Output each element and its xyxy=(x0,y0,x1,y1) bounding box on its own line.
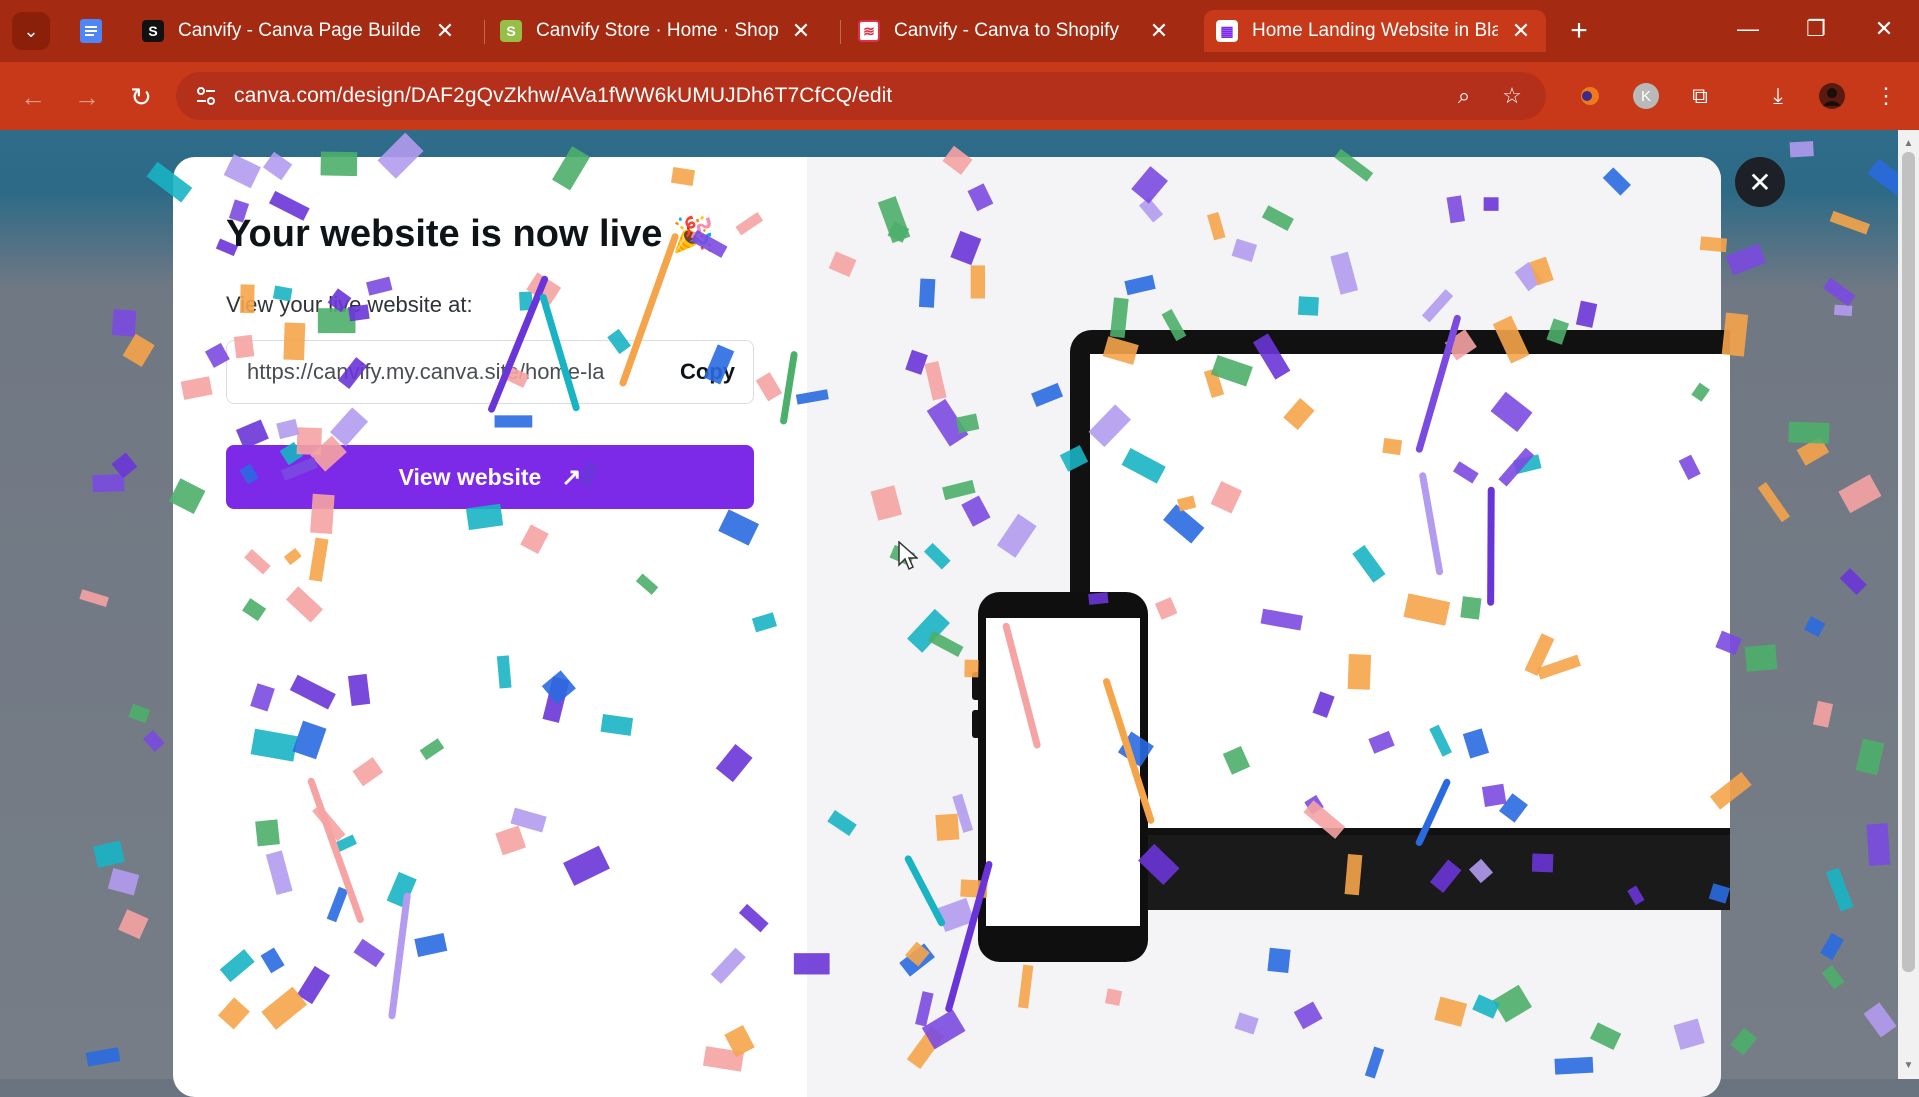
live-url-label: View your live website at: xyxy=(226,292,473,317)
browser-toolbar: ← → ↻ canva.com/design/DAF2gQvZkhw/AVa1f… xyxy=(0,62,1919,130)
laptop-base xyxy=(1070,835,1730,910)
url-text: canva.com/design/DAF2gQvZkhw/AVa1fWW6kUM… xyxy=(234,84,893,107)
mouse-cursor-icon xyxy=(898,541,918,571)
address-bar[interactable]: canva.com/design/DAF2gQvZkhw/AVa1fWW6kUM… xyxy=(176,72,1546,120)
arrow-right-icon: → xyxy=(74,81,100,112)
site-url-field[interactable]: https://canvify.my.canva.site/home-la Co… xyxy=(226,340,754,404)
view-website-button[interactable]: View website ↗ xyxy=(226,445,754,509)
avatar[interactable] xyxy=(1814,78,1850,114)
party-popper-icon: 🎉 xyxy=(672,216,715,254)
close-tab-icon[interactable]: ✕ xyxy=(432,18,458,44)
tab-home-landing-website[interactable]: ▦ Home Landing Website in Black ✕ xyxy=(1204,10,1546,52)
pinned-tab-docs[interactable] xyxy=(74,14,108,48)
copy-button[interactable]: Copy xyxy=(680,359,735,385)
shopify-icon: S xyxy=(500,20,522,42)
close-icon: ✕ xyxy=(1748,166,1772,198)
restore-button[interactable]: ❐ xyxy=(1788,8,1844,50)
zoom-icon[interactable]: ⌕ xyxy=(1444,76,1484,116)
phone-illustration xyxy=(972,592,1148,962)
plus-icon: + xyxy=(1570,14,1588,47)
tab-canvify-page-builder[interactable]: S Canvify - Canva Page Builder - | ✕ xyxy=(130,10,470,52)
laptop-screen xyxy=(1090,354,1730,828)
view-website-label: View website xyxy=(398,463,542,490)
site-url-value: https://canvify.my.canva.site/home-la xyxy=(247,359,605,384)
tab-title: Canvify Store · Home · Shopify xyxy=(536,20,778,41)
calendar-icon: ▦ xyxy=(1216,20,1238,42)
tab-strip: ⌄ S Canvify - Canva Page Builder - | ✕ S… xyxy=(0,0,1919,62)
minimize-icon: — xyxy=(1737,16,1759,41)
close-tab-icon[interactable]: ✕ xyxy=(788,18,814,44)
profile-initial: K xyxy=(1633,83,1659,109)
close-window-button[interactable]: ✕ xyxy=(1856,8,1912,50)
tab-canvify-canva-to-shopify[interactable]: ≋ Canvify - Canva to Shopify ✕ xyxy=(846,10,1184,52)
docs-icon xyxy=(80,19,102,43)
scrollbar[interactable]: ▲ ▼ xyxy=(1898,130,1919,1079)
extensions-puzzle-icon[interactable]: ⧉ xyxy=(1682,78,1718,114)
chevron-down-icon: ⌄ xyxy=(23,20,39,41)
site-settings-icon[interactable] xyxy=(186,76,226,116)
scroll-down-icon[interactable]: ▼ xyxy=(1902,1058,1915,1072)
canvify-icon: ≋ xyxy=(858,20,880,42)
restore-icon: ❐ xyxy=(1806,16,1826,41)
kebab-menu-icon[interactable]: ⋮ xyxy=(1868,78,1904,114)
arrow-left-icon: ← xyxy=(20,81,46,112)
tab-search-button[interactable]: ⌄ xyxy=(12,12,50,50)
download-icon[interactable]: ⤓ xyxy=(1760,78,1796,114)
dialog-title-text: Your website is now live xyxy=(226,213,663,255)
bookmark-star-icon[interactable]: ☆ xyxy=(1492,76,1532,116)
close-tab-icon[interactable]: ✕ xyxy=(1146,18,1172,44)
reload-button[interactable]: ↻ xyxy=(122,78,160,116)
dialog-title: Your website is now live 🎉 xyxy=(226,213,715,256)
tab-title: Canvify - Canva to Shopify xyxy=(894,20,1119,41)
tab-title: Home Landing Website in Black xyxy=(1252,20,1498,41)
new-tab-button[interactable]: + xyxy=(1562,14,1596,48)
close-icon: ✕ xyxy=(1874,16,1894,41)
phone-screen xyxy=(986,618,1140,926)
laptop-illustration xyxy=(1070,330,1730,910)
tab-title: Canvify - Canva Page Builder - | xyxy=(178,20,422,41)
close-tab-icon[interactable]: ✕ xyxy=(1508,18,1534,44)
extension-orange-icon[interactable] xyxy=(1572,78,1608,114)
scroll-up-icon[interactable]: ▲ xyxy=(1902,136,1915,150)
minimize-button[interactable]: — xyxy=(1720,8,1776,50)
squarespace-icon: S xyxy=(142,20,164,42)
scroll-thumb[interactable] xyxy=(1902,152,1915,972)
close-dialog-button[interactable]: ✕ xyxy=(1735,157,1785,207)
arrow-up-right-icon: ↗ xyxy=(561,463,582,491)
forward-button[interactable]: → xyxy=(68,78,106,116)
profile-k-icon[interactable]: K xyxy=(1628,78,1664,114)
back-button[interactable]: ← xyxy=(14,78,52,116)
reload-icon: ↻ xyxy=(130,81,152,112)
tab-canvify-store-shopify[interactable]: S Canvify Store · Home · Shopify ✕ xyxy=(488,10,826,52)
